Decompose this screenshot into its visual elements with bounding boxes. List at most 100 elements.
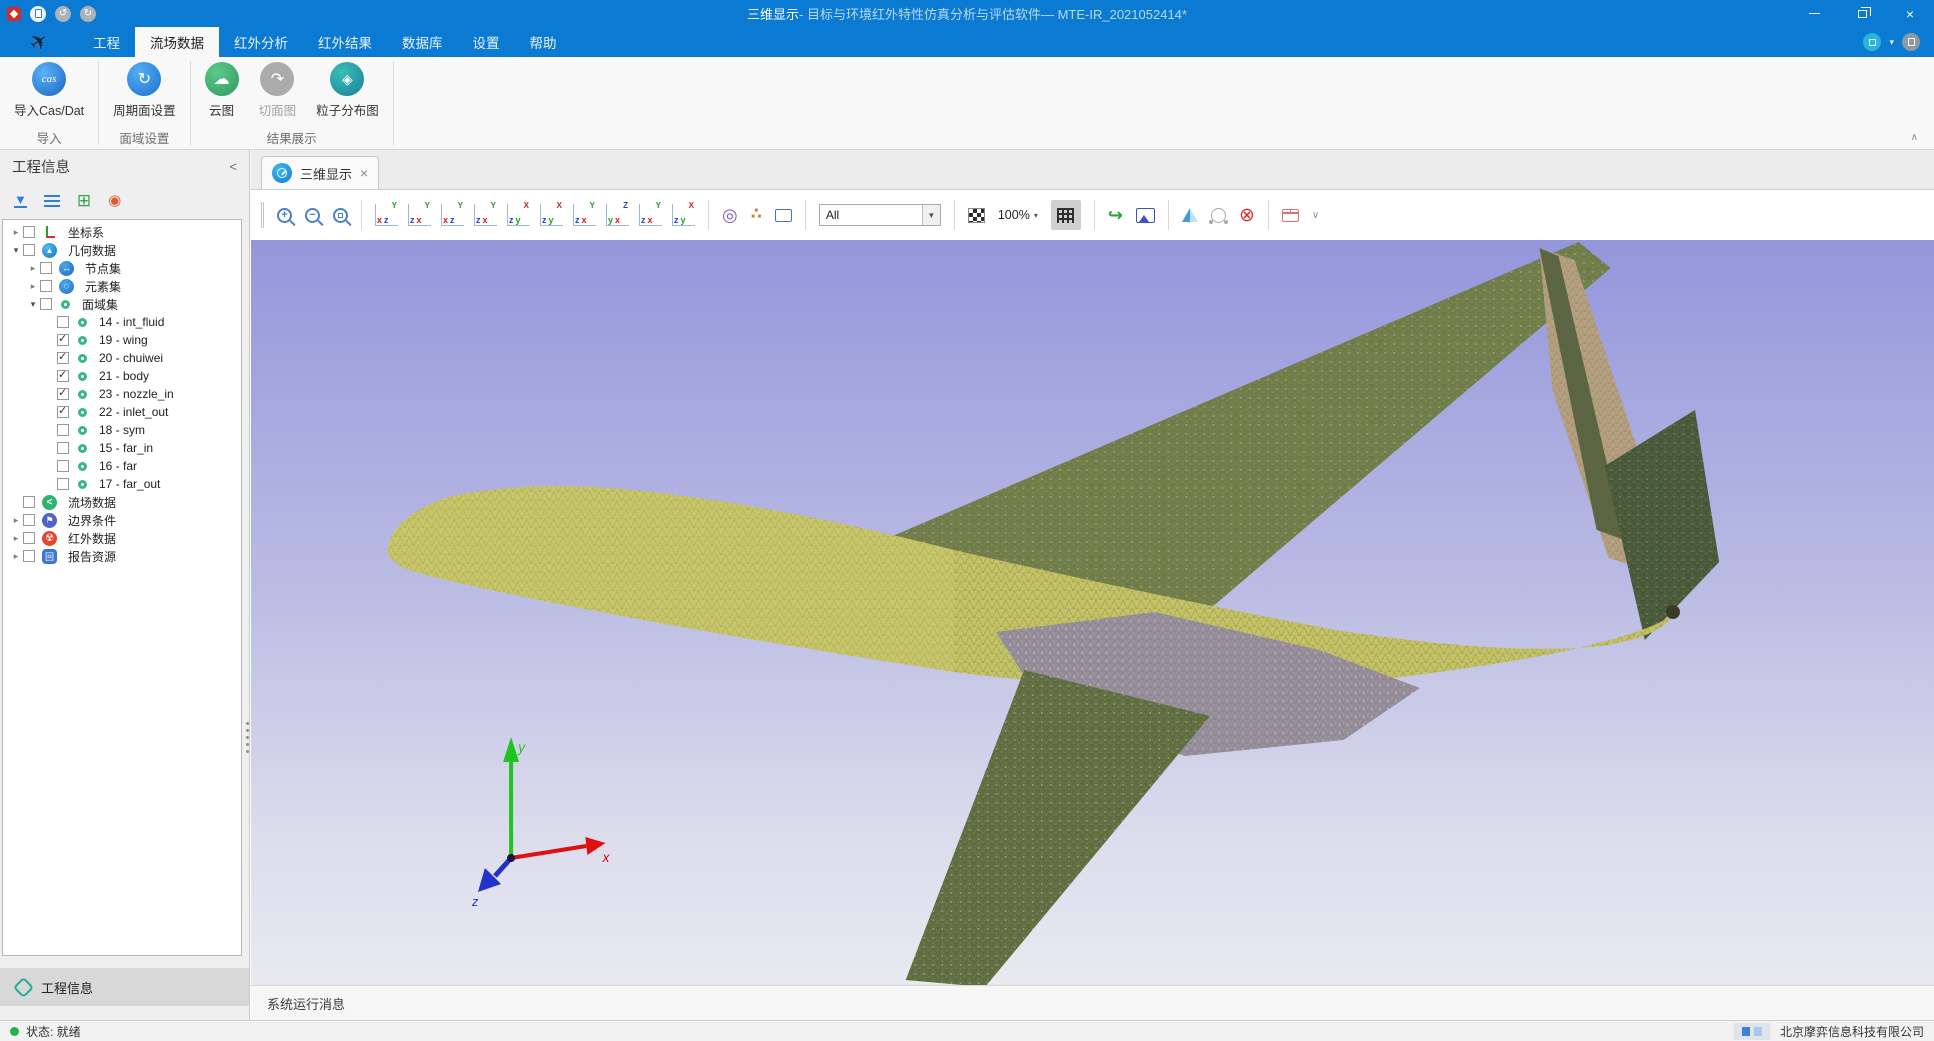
menu-tab-0[interactable]: 工程 — [78, 27, 135, 57]
tree-expander-icon[interactable]: ▸ — [9, 515, 23, 526]
viewport-3d[interactable]: y x z — [251, 240, 1934, 985]
tree-checkbox[interactable] — [23, 532, 35, 544]
tree-checkbox[interactable] — [57, 424, 69, 436]
tree-item[interactable]: ▾面域集 — [3, 295, 241, 313]
view-orientation-icon-9[interactable]: Xzy — [672, 204, 695, 226]
export-arrow-icon[interactable]: ↪ — [1108, 207, 1123, 223]
screenshot-icon[interactable] — [1136, 208, 1155, 223]
tree-checkbox[interactable] — [57, 442, 69, 454]
tree-checkbox[interactable] — [57, 478, 69, 490]
app-logo-icon[interactable] — [7, 7, 21, 21]
tree-item[interactable]: 21 - body — [3, 367, 241, 385]
tab-close-icon[interactable]: × — [360, 168, 368, 178]
project-info-bottom-button[interactable]: 工程信息 — [0, 968, 249, 1006]
tree-expander-icon[interactable]: ▸ — [9, 551, 23, 562]
locate-icon[interactable]: ◎ — [722, 207, 738, 223]
zoom-fit-icon[interactable] — [333, 208, 348, 223]
view-orientation-icon-7[interactable]: Zyx — [606, 204, 629, 226]
tree-item[interactable]: 18 - sym — [3, 421, 241, 439]
layout-switch-icon[interactable] — [1734, 1023, 1770, 1040]
tree-expander-icon[interactable]: ▾ — [26, 299, 40, 310]
view-orientation-icon-0[interactable]: Yxz — [375, 204, 398, 226]
redo-icon[interactable]: ↻ — [80, 6, 96, 22]
ribbon-button-particle-distribution[interactable]: ◈粒子分布图 — [310, 62, 385, 125]
tree-checkbox[interactable] — [57, 406, 69, 418]
view-orientation-icon-2[interactable]: Yxz — [441, 204, 464, 226]
tree-checkbox[interactable] — [57, 316, 69, 328]
tree-item[interactable]: ▸坐标系 — [3, 223, 241, 241]
tree-checkbox[interactable] — [23, 514, 35, 526]
panel-collapse-icon[interactable]: < — [229, 159, 237, 174]
view-orientation-icon-3[interactable]: Yzx — [474, 204, 497, 226]
style-switch-icon[interactable] — [1863, 33, 1881, 51]
zoom-level-dropdown[interactable]: 100% ▾ — [998, 208, 1038, 222]
style-dropdown-icon[interactable]: ▾ — [1889, 37, 1894, 48]
view-orientation-icon-8[interactable]: Yzx — [639, 204, 662, 226]
ribbon-button-cas-import[interactable]: cas导入Cas/Dat — [8, 62, 90, 125]
view-orientation-icon-4[interactable]: Xzy — [507, 204, 530, 226]
menu-tab-5[interactable]: 设置 — [458, 27, 515, 57]
list-view-icon[interactable] — [44, 195, 60, 207]
tree-item[interactable]: 19 - wing — [3, 331, 241, 349]
combobox-dropdown-icon[interactable]: ▼ — [922, 205, 940, 225]
tree-checkbox[interactable] — [57, 388, 69, 400]
zoom-in-icon[interactable]: + — [277, 208, 292, 223]
chevron-down-icon[interactable]: ∨ — [1312, 210, 1319, 221]
tree-checkbox[interactable] — [57, 352, 69, 364]
mirror-icon[interactable] — [1182, 208, 1198, 222]
restore-button[interactable] — [1838, 0, 1886, 27]
target-icon[interactable]: ◉ — [108, 194, 121, 208]
tree-item[interactable]: 22 - inlet_out — [3, 403, 241, 421]
tree-item[interactable]: ▸↔节点集 — [3, 259, 241, 277]
zoom-out-icon[interactable]: − — [305, 208, 320, 223]
tree-checkbox[interactable] — [57, 370, 69, 382]
tree-expander-icon[interactable]: ▸ — [26, 263, 40, 274]
archive-box-icon[interactable] — [1282, 209, 1299, 222]
view-orientation-icon-6[interactable]: Yzx — [573, 204, 596, 226]
tree-item[interactable]: 15 - far_in — [3, 439, 241, 457]
menu-tab-3[interactable]: 红外结果 — [303, 27, 387, 57]
view-orientation-icon-5[interactable]: Xzy — [540, 204, 563, 226]
ribbon-button-periodic-face[interactable]: ↻周期面设置 — [107, 62, 182, 125]
tree-checkbox[interactable] — [40, 262, 52, 274]
help-book-icon[interactable] — [1902, 33, 1920, 51]
opacity-checker-icon[interactable] — [968, 208, 985, 223]
grid-view-icon[interactable]: ⊞ — [77, 194, 91, 208]
menu-tab-2[interactable]: 红外分析 — [219, 27, 303, 57]
tree-checkbox[interactable] — [40, 298, 52, 310]
rubber-band-select-icon[interactable] — [775, 209, 792, 222]
link-views-icon[interactable] — [1211, 208, 1226, 223]
tree-checkbox[interactable] — [57, 460, 69, 472]
new-document-icon[interactable] — [30, 6, 46, 22]
tree-item[interactable]: ▸☢红外数据 — [3, 529, 241, 547]
tree-expander-icon[interactable]: ▸ — [26, 281, 40, 292]
tree-checkbox[interactable] — [23, 550, 35, 562]
tree-item[interactable]: 23 - nozzle_in — [3, 385, 241, 403]
tree-checkbox[interactable] — [23, 226, 35, 238]
particles-icon[interactable]: ∴ — [751, 208, 762, 222]
tab-3d-display[interactable]: 三维显示 × — [261, 156, 379, 189]
tree-item[interactable]: ▸⚑边界条件 — [3, 511, 241, 529]
minimize-button[interactable] — [1790, 0, 1838, 27]
close-button[interactable]: × — [1886, 0, 1934, 27]
tree-item[interactable]: ▾▲几何数据 — [3, 241, 241, 259]
ribbon-button-slice-plot[interactable]: ↷切面图 — [253, 62, 303, 125]
tree-expander-icon[interactable]: ▸ — [9, 227, 23, 238]
tree-checkbox[interactable] — [57, 334, 69, 346]
tree-item[interactable]: <流场数据 — [3, 493, 241, 511]
ribbon-collapse-icon[interactable]: ∧ — [1911, 132, 1918, 143]
tree-expander-icon[interactable]: ▸ — [9, 533, 23, 544]
tree-item[interactable]: ▸◌元素集 — [3, 277, 241, 295]
filter-icon[interactable]: ▼ — [14, 194, 27, 208]
menu-tab-4[interactable]: 数据库 — [387, 27, 458, 57]
menu-tab-1[interactable]: 流场数据 — [135, 27, 219, 57]
ribbon-button-cloud-plot[interactable]: ☁云图 — [199, 62, 245, 125]
tree-item[interactable]: ▸回报告资源 — [3, 547, 241, 565]
tree-checkbox[interactable] — [23, 496, 35, 508]
tree-expander-icon[interactable]: ▾ — [9, 245, 23, 256]
menu-tab-6[interactable]: 帮助 — [515, 27, 572, 57]
tree-item[interactable]: 14 - int_fluid — [3, 313, 241, 331]
tree-item[interactable]: 16 - far — [3, 457, 241, 475]
tree-checkbox[interactable] — [40, 280, 52, 292]
panel-splitter-handle[interactable] — [246, 718, 250, 757]
